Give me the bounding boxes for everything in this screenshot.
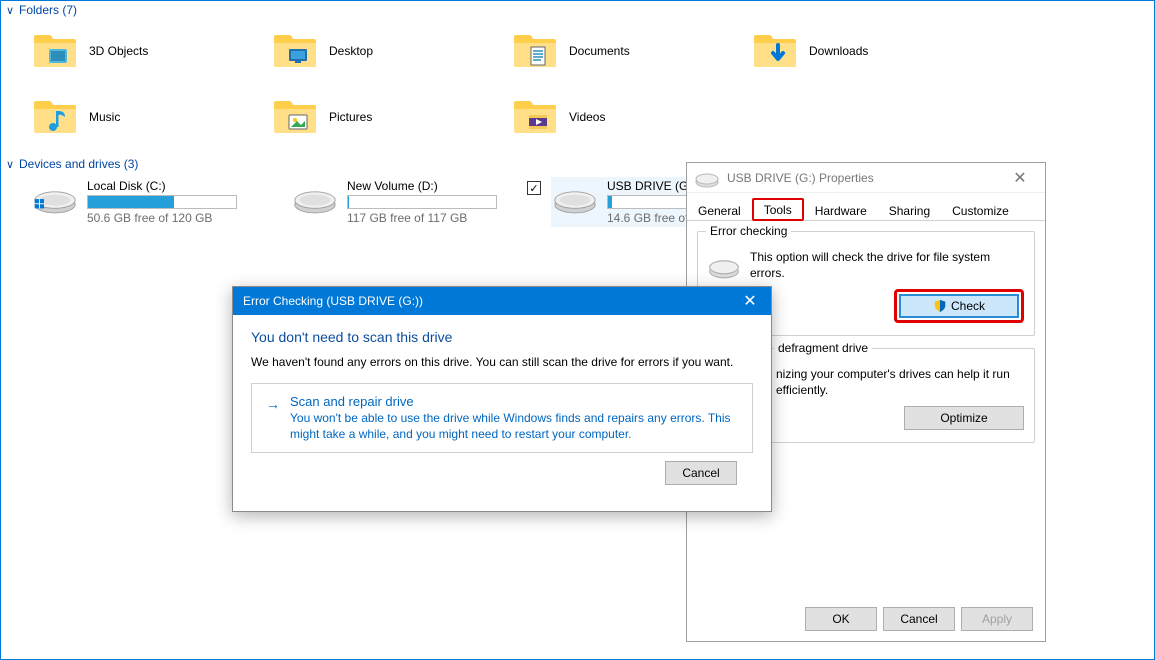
folder-icon — [31, 31, 79, 71]
folder-item[interactable]: Pictures — [271, 89, 471, 145]
optimize-text: nizing your computer's drives can help i… — [776, 367, 1024, 398]
cancel-button[interactable]: Cancel — [883, 607, 955, 631]
tabs: GeneralToolsHardwareSharingCustomize — [687, 193, 1045, 220]
folders-header-label: Folders (7) — [19, 3, 77, 17]
tab-tools[interactable]: Tools — [752, 198, 804, 221]
check-button-label: Check — [951, 299, 985, 313]
arrow-right-icon: → — [266, 396, 280, 412]
folder-label: Documents — [569, 44, 630, 58]
close-button[interactable]: ✕ — [1003, 164, 1037, 192]
properties-title-text: USB DRIVE (G:) Properties — [727, 171, 995, 185]
properties-titlebar[interactable]: USB DRIVE (G:) Properties ✕ — [687, 163, 1045, 193]
optimize-button[interactable]: Optimize — [904, 406, 1024, 430]
error-checking-heading: You don't need to scan this drive — [251, 329, 753, 345]
drives-header-label: Devices and drives (3) — [19, 157, 138, 171]
folder-icon — [271, 31, 319, 71]
folder-icon — [511, 31, 559, 71]
tab-general[interactable]: General — [687, 200, 752, 221]
drive-name: New Volume (D:) — [347, 179, 509, 193]
ok-button[interactable]: OK — [805, 607, 877, 631]
close-button[interactable]: ✕ — [729, 287, 771, 315]
drive-item[interactable]: New Volume (D:) 117 GB free of 117 GB — [291, 177, 511, 227]
check-button[interactable]: Check — [899, 294, 1019, 318]
folder-item[interactable]: Desktop — [271, 23, 471, 79]
drive-icon — [708, 253, 740, 279]
selection-checkbox[interactable]: ✓ — [527, 181, 541, 195]
drive-icon — [33, 179, 77, 217]
drive-icon — [695, 168, 719, 188]
folders-grid: 3D Objects Desktop Documents Downloads M… — [1, 19, 1154, 155]
tab-customize[interactable]: Customize — [941, 200, 1020, 221]
error-checking-title-text: Error Checking (USB DRIVE (G:)) — [243, 294, 729, 308]
folder-item[interactable]: Downloads — [751, 23, 951, 79]
group-legend: Error checking — [706, 224, 791, 238]
error-checking-titlebar[interactable]: Error Checking (USB DRIVE (G:)) ✕ — [233, 287, 771, 315]
shield-icon — [933, 299, 947, 313]
error-checking-subtext: We haven't found any errors on this driv… — [251, 355, 753, 369]
scan-option-desc: You won't be able to use the drive while… — [290, 411, 740, 442]
tab-hardware[interactable]: Hardware — [804, 200, 878, 221]
folders-section-header[interactable]: ∨ Folders (7) — [1, 1, 1154, 19]
drive-item[interactable]: Local Disk (C:) 50.6 GB free of 120 GB — [31, 177, 251, 227]
drive-free-text: 50.6 GB free of 120 GB — [87, 211, 249, 225]
group-legend: defragment drive — [774, 341, 872, 355]
optimize-button-label: Optimize — [940, 411, 987, 425]
folder-item[interactable]: Videos — [511, 89, 711, 145]
scan-and-repair-option[interactable]: → Scan and repair drive You won't be abl… — [251, 383, 753, 453]
drive-name: Local Disk (C:) — [87, 179, 249, 193]
folder-item[interactable]: 3D Objects — [31, 23, 231, 79]
error-checking-dialog: Error Checking (USB DRIVE (G:)) ✕ You do… — [232, 286, 772, 512]
folder-label: Pictures — [329, 110, 372, 124]
drive-usage-bar — [87, 195, 237, 209]
chevron-down-icon: ∨ — [5, 4, 15, 17]
folder-icon — [751, 31, 799, 71]
folder-label: Desktop — [329, 44, 373, 58]
folder-icon — [271, 97, 319, 137]
folder-label: Videos — [569, 110, 605, 124]
folder-icon — [31, 97, 79, 137]
error-checking-text: This option will check the drive for fil… — [750, 250, 1024, 281]
drive-free-text: 117 GB free of 117 GB — [347, 211, 509, 225]
folder-label: Music — [89, 110, 120, 124]
folder-icon — [511, 97, 559, 137]
folder-item[interactable]: Documents — [511, 23, 711, 79]
drive-icon — [553, 179, 597, 217]
apply-button[interactable]: Apply — [961, 607, 1033, 631]
folder-label: Downloads — [809, 44, 868, 58]
drive-usage-bar — [347, 195, 497, 209]
folder-item[interactable]: Music — [31, 89, 231, 145]
properties-footer: OK Cancel Apply — [805, 607, 1033, 631]
cancel-button[interactable]: Cancel — [665, 461, 737, 485]
drive-icon — [293, 179, 337, 217]
scan-option-title: Scan and repair drive — [290, 394, 740, 409]
chevron-down-icon: ∨ — [5, 158, 15, 171]
tab-sharing[interactable]: Sharing — [878, 200, 941, 221]
folder-label: 3D Objects — [89, 44, 148, 58]
